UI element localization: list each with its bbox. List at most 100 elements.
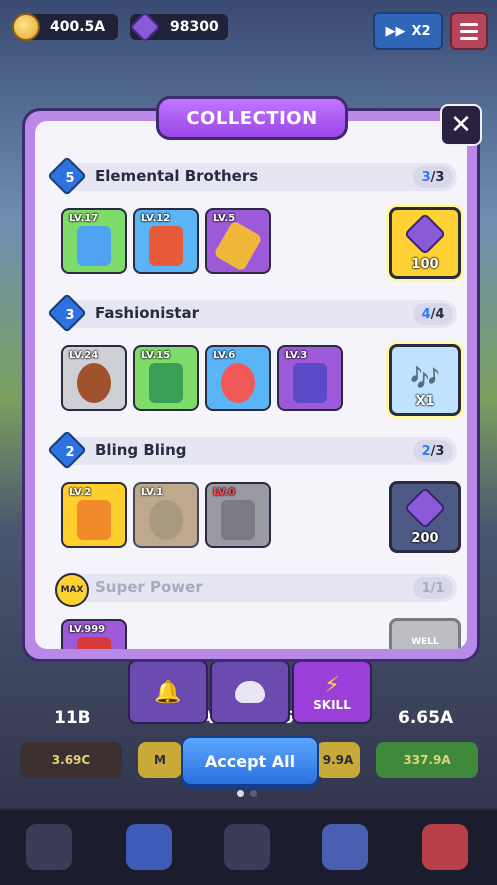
- item-card[interactable]: LV.1: [133, 482, 199, 548]
- collection-list[interactable]: 5 Elemental Brothers 3/3 LV.17 LV.12 LV.…: [35, 121, 467, 649]
- fast-forward-icon: ▶▶: [385, 23, 406, 39]
- stat-value: 6.65A: [398, 708, 454, 728]
- tab-skill-label: SKILL: [313, 697, 351, 712]
- item-card[interactable]: LV.3: [277, 345, 343, 411]
- tab-bell[interactable]: 🔔: [128, 660, 208, 724]
- set-progress: 4/4: [413, 303, 453, 325]
- green-hat-icon: [149, 363, 183, 403]
- page-dot: [250, 790, 257, 797]
- set-progress: 2/3: [413, 440, 453, 462]
- item-level: LV.2: [69, 487, 92, 498]
- set-reward-button[interactable]: 100: [389, 207, 461, 279]
- coin-icon: [12, 13, 40, 41]
- shoe-icon: [221, 500, 255, 540]
- set-reward-button[interactable]: 🎶 X1: [389, 344, 461, 416]
- gold-amount: 400.5A: [50, 19, 106, 35]
- skill-tabs: 🔔 ⚡ SKILL: [128, 660, 372, 724]
- item-card[interactable]: LV.6: [205, 345, 271, 411]
- item-level: LV.17: [69, 213, 99, 224]
- set-progress-total: /3: [430, 443, 445, 459]
- gem-icon: [129, 11, 161, 43]
- reward-amount: 200: [411, 531, 439, 546]
- item-level: LV.0: [213, 487, 236, 498]
- set-reward-button[interactable]: WELL: [389, 618, 461, 649]
- upgrade-cost-button[interactable]: 9.9A: [316, 742, 360, 778]
- nav-gate-icon[interactable]: [224, 824, 270, 870]
- item-card[interactable]: LV.2: [61, 482, 127, 548]
- item-card[interactable]: LV.0: [205, 482, 271, 548]
- gem-amount: 98300: [170, 19, 219, 35]
- item-card[interactable]: LV.12: [133, 208, 199, 274]
- page-indicator: [237, 790, 257, 797]
- page-dot-active: [237, 790, 244, 797]
- set-progress-total: /4: [430, 306, 445, 322]
- royal-robe-icon: [293, 363, 327, 403]
- item-level: LV.6: [213, 350, 236, 361]
- gem-icon: [403, 212, 447, 256]
- lightning-icon: ⚡: [324, 672, 340, 698]
- reward-amount: 100: [411, 257, 439, 272]
- set-progress-have: 3: [421, 169, 431, 185]
- set-name: Elemental Brothers: [95, 167, 259, 185]
- set-progress-total: 1/1: [421, 580, 445, 596]
- item-card[interactable]: LV.999: [61, 619, 127, 649]
- set-progress-total: /3: [430, 169, 445, 185]
- item-level: LV.24: [69, 350, 99, 361]
- upgrade-cost-button[interactable]: M: [138, 742, 182, 778]
- item-level: LV.15: [141, 350, 171, 361]
- top-bar: 400.5A 98300 ▶▶ X2: [0, 0, 497, 56]
- hash-book-icon: [77, 500, 111, 540]
- bell-icon: 🔔: [154, 679, 182, 705]
- item-card[interactable]: LV.24: [61, 345, 127, 411]
- bottom-nav: [0, 808, 497, 885]
- set-progress: 3/3: [413, 166, 453, 188]
- hand-mirror-icon: [77, 363, 111, 403]
- set-reward-button[interactable]: 200: [389, 481, 461, 553]
- item-card[interactable]: LV.5: [205, 208, 271, 274]
- slime-icon: [235, 681, 265, 703]
- set-name: Fashionistar: [95, 304, 199, 322]
- item-level: LV.3: [285, 350, 308, 361]
- tab-slime[interactable]: [210, 660, 290, 724]
- set-name: Bling Bling: [95, 441, 187, 459]
- menu-icon-line: [460, 36, 478, 40]
- modal-title: COLLECTION: [156, 96, 348, 140]
- set-badge-number: 3: [65, 307, 75, 323]
- item-card[interactable]: LV.15: [133, 345, 199, 411]
- gold-counter[interactable]: 400.5A: [12, 13, 118, 41]
- set-name: Super Power: [95, 578, 203, 596]
- tab-skill[interactable]: ⚡ SKILL: [292, 660, 372, 724]
- item-level: LV.999: [69, 624, 106, 635]
- speed-label: X2: [411, 23, 431, 39]
- item-level: LV.12: [141, 213, 171, 224]
- stat-value: 11B: [54, 708, 91, 728]
- nav-store-icon[interactable]: [422, 824, 468, 870]
- winged-book-icon: [77, 226, 111, 266]
- close-button[interactable]: ✕: [440, 104, 482, 146]
- set-progress-have: 2: [421, 443, 431, 459]
- flower-wreath-icon: [221, 363, 255, 403]
- gem-icon: [403, 486, 447, 530]
- max-badge: MAX: [55, 573, 89, 607]
- set-progress: 1/1: [413, 577, 453, 599]
- upgrade-cost-button[interactable]: 3.69C: [20, 742, 122, 778]
- menu-icon-line: [460, 29, 478, 33]
- well-medal-icon: WELL: [411, 637, 439, 647]
- nav-castle-icon[interactable]: [322, 824, 368, 870]
- set-badge-number: 2: [65, 444, 75, 460]
- speed-button[interactable]: ▶▶ X2: [373, 12, 443, 50]
- set-progress-have: 4: [421, 306, 431, 322]
- accept-all-button[interactable]: Accept All: [181, 736, 319, 786]
- collection-modal: 5 Elemental Brothers 3/3 LV.17 LV.12 LV.…: [22, 108, 480, 662]
- item-card[interactable]: LV.17: [61, 208, 127, 274]
- set-badge-number: 5: [65, 170, 75, 186]
- menu-button[interactable]: [450, 12, 488, 50]
- upgrade-cost-button[interactable]: 337.9A: [376, 742, 478, 778]
- nav-shop-icon[interactable]: [126, 824, 172, 870]
- close-icon: ✕: [450, 110, 472, 140]
- gem-counter[interactable]: 98300: [129, 11, 228, 43]
- reward-amount: X1: [415, 394, 435, 409]
- nav-cat-icon[interactable]: [26, 824, 72, 870]
- music-book-icon: [149, 226, 183, 266]
- menu-icon: [460, 22, 478, 26]
